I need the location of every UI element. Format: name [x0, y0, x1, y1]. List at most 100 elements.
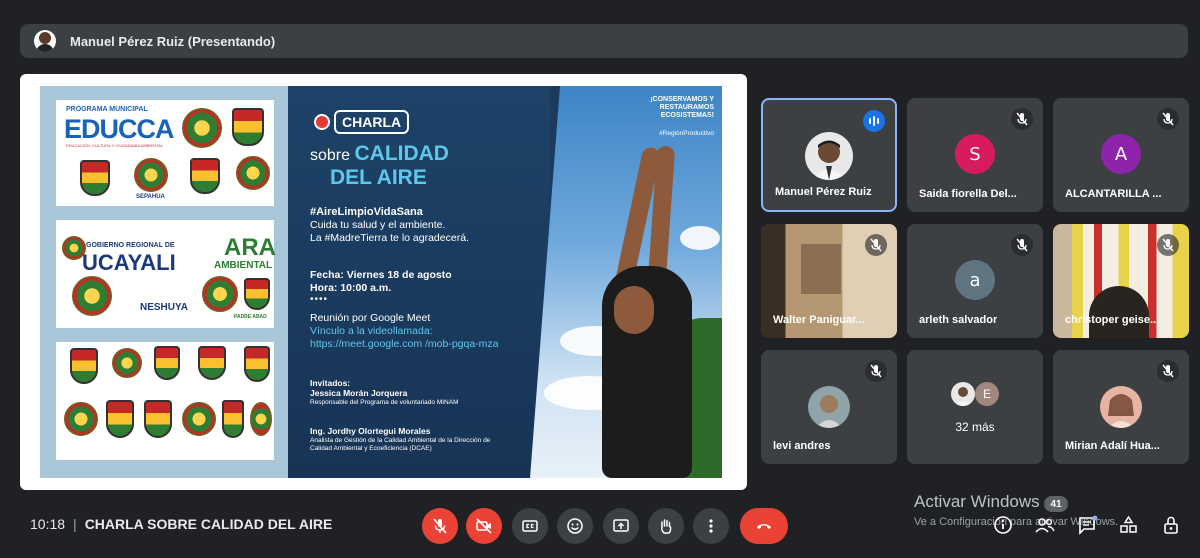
- activities-button[interactable]: [1116, 512, 1142, 538]
- windows-activation-title: Activar Windows: [914, 492, 1040, 511]
- avatar: a: [955, 260, 995, 300]
- seal-icon: [236, 156, 270, 190]
- shield-icon: [190, 158, 220, 194]
- event-time: Hora: 10:00 a.m.: [310, 282, 392, 294]
- seal-icon: [72, 276, 112, 316]
- reactions-button[interactable]: [557, 508, 593, 544]
- host-controls-button[interactable]: [1158, 512, 1184, 538]
- meeting-details-button[interactable]: [990, 512, 1016, 538]
- mic-off-icon: [865, 360, 887, 382]
- presentation-slide: PROGRAMA MUNICIPAL EDUCCA EDUCACIÓN, CUL…: [40, 86, 722, 478]
- gobierno-label: GOBIERNO REGIONAL DE: [86, 242, 175, 249]
- separator: |: [73, 516, 77, 532]
- shield-icon: [144, 400, 172, 438]
- notification-badge: 41: [1044, 496, 1068, 512]
- meeting-title: CHARLA SOBRE CALIDAD DEL AIRE: [84, 516, 333, 532]
- participant-tile[interactable]: S Saida fiorella Del...: [907, 98, 1043, 212]
- meet-link: Vínculo a la videollamada: https://meet.…: [310, 325, 499, 350]
- avatar: [951, 382, 975, 406]
- mic-toggle-button[interactable]: [422, 508, 458, 544]
- tagline-line-2: La #MadreTierra te lo agradecerá.: [310, 232, 469, 244]
- participant-tile[interactable]: A ALCANTARILLA ...: [1053, 98, 1189, 212]
- event-info-column: CHARLA sobre CALIDAD DEL AIRE #AireLimpi…: [288, 86, 550, 478]
- more-options-button[interactable]: [693, 508, 729, 544]
- chat-icon: [1079, 515, 1098, 535]
- educca-small-label: PROGRAMA MUNICIPAL: [66, 106, 148, 113]
- guest-2-name: Ing. Jordhy Olortegui Morales: [310, 426, 431, 436]
- participant-tile[interactable]: Manuel Pérez Ruiz: [761, 98, 897, 212]
- seal-icon: [182, 402, 216, 436]
- separator-dots: ••••: [310, 294, 329, 305]
- seal-icon: [134, 158, 168, 192]
- seal-icon: [202, 276, 238, 312]
- guest-1-role: Responsable del Programa de voluntariado…: [310, 399, 459, 406]
- participant-tile[interactable]: Mirian Adalí Hua...: [1053, 350, 1189, 464]
- hang-up-icon: [757, 524, 771, 529]
- charla-label: CHARLA: [334, 110, 410, 134]
- sobre-text: sobre: [310, 147, 351, 164]
- chat-button[interactable]: [1074, 512, 1100, 538]
- shield-icon: [154, 346, 180, 380]
- mic-off-icon: [1011, 234, 1033, 256]
- mic-off-icon: [865, 234, 887, 256]
- raise-hand-button[interactable]: [648, 508, 684, 544]
- shield-icon: [244, 278, 270, 310]
- presenter-bar: Manuel Pérez Ruiz (Presentando): [20, 24, 1188, 58]
- mic-off-icon: [433, 518, 447, 534]
- hand-icon: [661, 519, 672, 534]
- calidad-text: CALIDAD: [354, 142, 449, 165]
- slide-photo: ¡CONSERVAMOS Y RESTAURAMOS ECOSISTEMAS! …: [530, 86, 722, 478]
- charla-badge: CHARLA: [314, 110, 410, 134]
- present-screen-button[interactable]: [603, 508, 639, 544]
- sepahua-label: SEPAHUA: [136, 194, 165, 200]
- shield-icon: [244, 346, 270, 382]
- cloud-shape: [680, 226, 720, 250]
- avatar-initial: S: [969, 143, 981, 165]
- participant-name: Saida fiorella Del...: [919, 188, 1017, 200]
- avatar: [808, 386, 850, 428]
- head-shape: [614, 286, 654, 334]
- logo-panel-educca: PROGRAMA MUNICIPAL EDUCCA EDUCACIÓN, CUL…: [56, 100, 274, 206]
- participant-tile[interactable]: levi andres: [761, 350, 897, 464]
- more-participants-label: 32 más: [955, 420, 995, 434]
- event-date: Fecha: Viernes 18 de agosto: [310, 269, 452, 281]
- participant-name: Walter Paniguar...: [773, 314, 865, 326]
- slide-region-tag: #RegiónProductivo: [659, 130, 714, 137]
- guest-1-name: Jessica Morán Jorquera: [310, 388, 408, 398]
- logo-panel-ucayali: GOBIERNO REGIONAL DE UCAYALI ARA AMBIENT…: [56, 220, 276, 328]
- avatar: S: [955, 134, 995, 174]
- participant-name: ALCANTARILLA ...: [1065, 188, 1162, 200]
- participant-tile[interactable]: a arleth salvador: [907, 224, 1043, 338]
- ara-subtitle: AMBIENTAL: [214, 260, 273, 271]
- participant-name: levi andres: [773, 440, 831, 452]
- guest-2-role: Analista de Gestión de la Calidad Ambien…: [310, 437, 491, 452]
- neshuya-label: NESHUYA: [140, 302, 188, 313]
- camera-toggle-button[interactable]: [466, 508, 502, 544]
- padre-abad-label: PADRE ABAD: [234, 314, 267, 320]
- seal-icon: [250, 402, 272, 436]
- participant-name: Manuel Pérez Ruiz: [775, 186, 872, 198]
- participant-tile[interactable]: christoper geise...: [1053, 224, 1189, 338]
- leave-call-button[interactable]: [740, 508, 788, 544]
- window-shape: [801, 244, 841, 294]
- avatar: E: [975, 382, 999, 406]
- people-button[interactable]: [1032, 512, 1058, 538]
- shield-icon: [106, 400, 134, 438]
- seal-icon: [112, 348, 142, 378]
- activities-icon: [1120, 515, 1137, 533]
- present-screen-icon: [613, 519, 629, 532]
- avatar: [34, 30, 56, 52]
- participant-name: arleth salvador: [919, 314, 998, 326]
- lock-person-icon: [1164, 516, 1178, 534]
- avatar-initial: A: [1114, 143, 1128, 165]
- meeting-clock: 10:18: [30, 516, 66, 532]
- participant-tile-more[interactable]: E 32 más: [907, 350, 1043, 464]
- event-title: sobre CALIDAD: [310, 142, 449, 166]
- captions-button[interactable]: [512, 508, 548, 544]
- mic-off-icon: [1011, 108, 1033, 130]
- presentation-stage[interactable]: PROGRAMA MUNICIPAL EDUCCA EDUCACIÓN, CUL…: [20, 74, 747, 490]
- shield-icon: [70, 348, 98, 384]
- ara-logo-text: ARA: [224, 234, 276, 261]
- shield-icon: [198, 346, 226, 380]
- participant-tile[interactable]: Walter Paniguar...: [761, 224, 897, 338]
